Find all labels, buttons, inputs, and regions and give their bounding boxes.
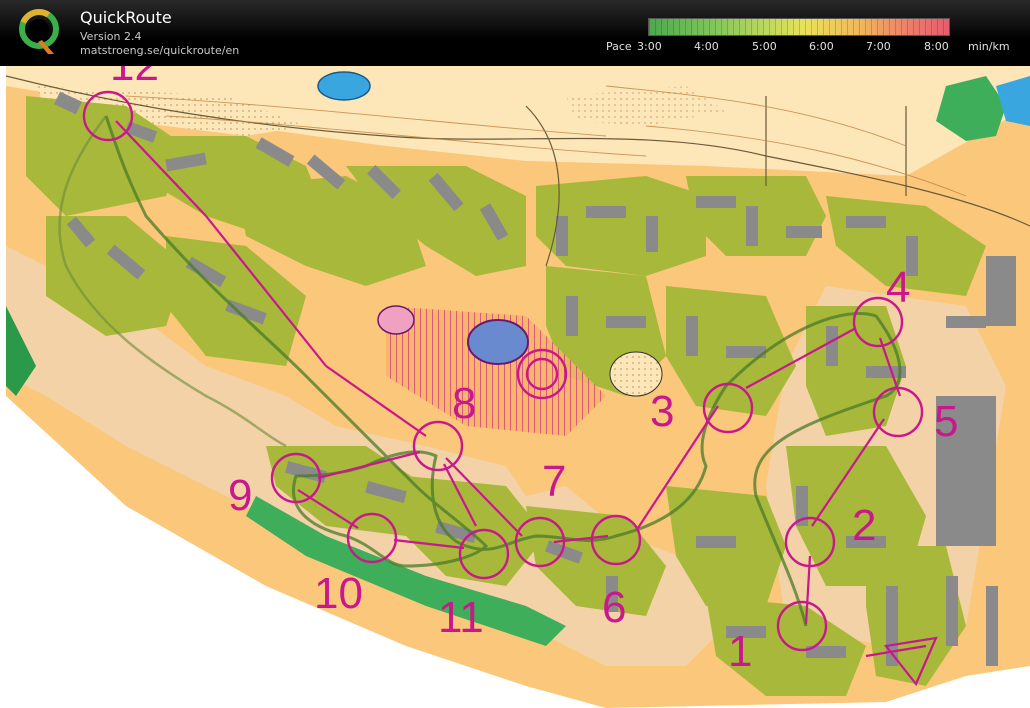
pace-tick-label: 5:00 [752, 40, 777, 53]
pace-color-scale [648, 18, 950, 36]
pace-tick-label: 7:00 [866, 40, 891, 53]
orienteering-map[interactable]: 1 2 3 4 5 6 7 8 9 10 11 12 [6, 66, 1030, 708]
control-number-8: 8 [452, 379, 476, 428]
control-number-4: 4 [886, 263, 910, 312]
control-number-12: 12 [110, 66, 159, 90]
pace-tick-label: 3:00 [637, 40, 662, 53]
pace-tick-label: 6:00 [809, 40, 834, 53]
control-number-3: 3 [650, 387, 674, 436]
map-fenced-area [377, 305, 415, 335]
control-number-1: 1 [728, 627, 752, 676]
map-canvas[interactable]: 1 2 3 4 5 6 7 8 9 10 11 12 [6, 66, 1030, 708]
pace-scale-grid [649, 19, 949, 35]
app-url-link[interactable]: matstroeng.se/quickroute/en [80, 44, 239, 57]
control-number-2: 2 [852, 501, 876, 550]
app-version: Version 2.4 [80, 30, 142, 43]
map-pond [317, 71, 371, 101]
control-number-10: 10 [314, 569, 363, 618]
control-number-5: 5 [934, 397, 958, 446]
app-header: QuickRoute Version 2.4 matstroeng.se/qui… [0, 0, 1030, 66]
control-number-11: 11 [438, 593, 484, 642]
control-number-9: 9 [228, 471, 252, 520]
pace-tick-label: 4:00 [694, 40, 719, 53]
map-fenced-area [467, 319, 529, 365]
app-title: QuickRoute [80, 8, 172, 27]
quickroute-logo-icon [19, 9, 59, 54]
pace-tick-label: 8:00 [924, 40, 949, 53]
pace-unit-label: min/km [968, 40, 1010, 53]
control-number-6: 6 [602, 583, 626, 632]
pace-prefix-label: Pace [606, 40, 632, 53]
control-number-7: 7 [542, 457, 566, 506]
